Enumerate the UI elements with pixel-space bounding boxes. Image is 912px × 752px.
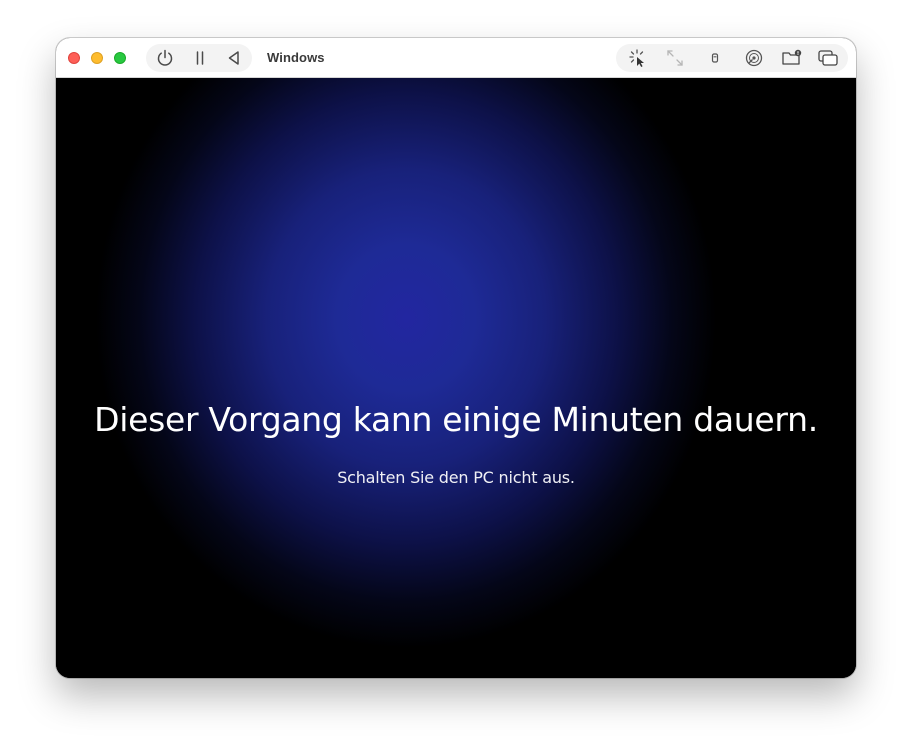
- vm-display[interactable]: Dieser Vorgang kann einige Minuten dauer…: [56, 78, 856, 678]
- close-window-button[interactable]: [68, 52, 80, 64]
- usb-button[interactable]: [703, 46, 727, 70]
- power-button[interactable]: [153, 46, 177, 70]
- title-bar[interactable]: Windows: [56, 38, 856, 78]
- disk-icon: [744, 48, 764, 68]
- back-triangle-icon: [224, 48, 244, 68]
- capture-cursor-button[interactable]: [626, 46, 650, 70]
- back-button[interactable]: [222, 46, 246, 70]
- disk-button[interactable]: [742, 46, 766, 70]
- capture-cursor-icon: [628, 48, 648, 68]
- shared-folder-icon: [781, 48, 803, 68]
- resize-arrows-icon: [665, 48, 685, 68]
- windows-button[interactable]: [816, 46, 840, 70]
- usb-icon: [705, 48, 725, 68]
- update-sub-message: Schalten Sie den PC nicht aus.: [337, 468, 575, 487]
- windows-icon: [817, 48, 839, 68]
- update-main-message: Dieser Vorgang kann einige Minuten dauer…: [94, 400, 818, 439]
- shared-folder-button[interactable]: [780, 46, 804, 70]
- power-icon: [155, 48, 175, 68]
- minimize-window-button[interactable]: [91, 52, 103, 64]
- resize-button[interactable]: [663, 46, 687, 70]
- window-title: Windows: [267, 50, 325, 65]
- vm-window: Windows Dieser Vorgang kann einige Minut…: [56, 38, 856, 678]
- maximize-window-button[interactable]: [114, 52, 126, 64]
- vm-devices-group: [616, 44, 848, 72]
- pause-button[interactable]: [188, 46, 212, 70]
- pause-icon: [190, 48, 210, 68]
